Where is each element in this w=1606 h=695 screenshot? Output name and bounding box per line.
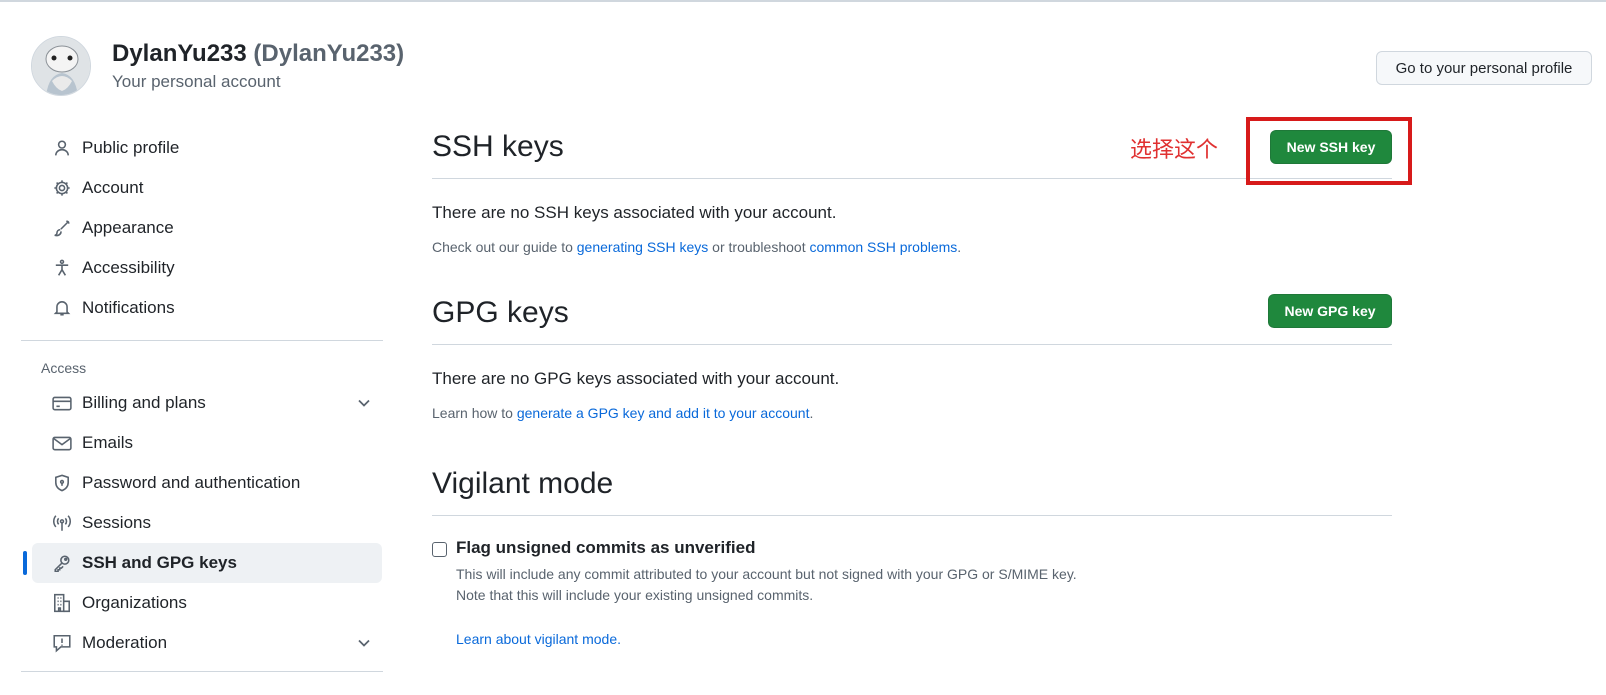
person-icon <box>52 138 72 158</box>
user-handle: (DylanYu233) <box>253 40 405 67</box>
new-gpg-key-button[interactable]: New GPG key <box>1268 294 1392 328</box>
ssh-empty-message: There are no SSH keys associated with yo… <box>432 203 837 222</box>
active-indicator <box>23 551 27 575</box>
chevron-down-icon[interactable] <box>354 633 374 653</box>
main-content: SSH keys New SSH key There are no SSH ke… <box>432 110 1392 658</box>
sidebar-item-emails[interactable]: Emails <box>32 423 382 463</box>
sidebar-item-moderation[interactable]: Moderation <box>32 623 382 663</box>
avatar[interactable] <box>31 36 91 96</box>
generate-gpg-key-link[interactable]: generate a GPG key and add it to your ac… <box>517 405 810 421</box>
sidebar-section-access: Access <box>41 360 87 376</box>
report-icon <box>52 633 72 653</box>
sidebar-divider <box>21 671 383 672</box>
ssh-help-mid: or troubleshoot <box>708 239 810 255</box>
sidebar-item-account[interactable]: Account <box>32 168 382 208</box>
sidebar-item-label: Notifications <box>82 298 175 317</box>
top-border <box>0 0 1606 2</box>
gear-icon <box>52 178 72 198</box>
generating-ssh-keys-link[interactable]: generating SSH keys <box>577 239 709 255</box>
account-name: DylanYu233 (DylanYu233) <box>112 40 404 68</box>
sidebar-item-public-profile[interactable]: Public profile <box>32 128 382 168</box>
annotation-text: 选择这个 <box>1130 138 1219 163</box>
sidebar-item-label: Public profile <box>82 138 180 157</box>
vigilant-option: Flag unsigned commits as unverified This… <box>432 538 1392 658</box>
vigilant-desc-1: This will include any commit attributed … <box>456 566 1077 582</box>
gpg-help-text: Learn how to generate a GPG key and add … <box>432 405 1392 421</box>
learn-vigilant-mode-link[interactable]: Learn about vigilant mode. <box>456 631 621 647</box>
ssh-help-prefix: Check out our guide to <box>432 239 577 255</box>
gpg-keys-header: GPG keys New GPG key <box>432 274 1392 345</box>
vigilant-mode-title: Vigilant mode <box>432 467 614 500</box>
flag-unsigned-label[interactable]: Flag unsigned commits as unverified <box>456 538 755 558</box>
sidebar-item-label: Appearance <box>82 218 174 237</box>
sidebar-divider <box>21 340 383 341</box>
broadcast-icon <box>52 513 72 533</box>
sidebar-item-sessions[interactable]: Sessions <box>32 503 382 543</box>
sidebar-item-label: Moderation <box>82 633 168 652</box>
gpg-keys-title: GPG keys <box>432 296 569 329</box>
ssh-keys-title: SSH keys <box>432 130 564 163</box>
organization-icon <box>52 593 72 613</box>
sidebar-item-label: Password and authentication <box>82 473 301 492</box>
sidebar-item-label: SSH and GPG keys <box>82 553 237 572</box>
annotation-highlight-box <box>1246 117 1412 185</box>
account-subtitle: Your personal account <box>112 72 281 91</box>
vigilant-mode-header: Vigilant mode <box>432 443 1392 516</box>
sidebar-item-label: Billing and plans <box>82 393 206 412</box>
accessibility-icon <box>52 258 72 278</box>
sidebar-item-ssh-gpg-keys[interactable]: SSH and GPG keys <box>23 543 382 583</box>
ssh-help-text: Check out our guide to generating SSH ke… <box>432 239 1392 255</box>
sidebar-item-label: Account <box>82 178 144 197</box>
sidebar-item-password-auth[interactable]: Password and authentication <box>32 463 382 503</box>
sidebar-item-organizations[interactable]: Organizations <box>32 583 382 623</box>
username: DylanYu233 <box>112 40 247 67</box>
key-icon <box>52 553 72 573</box>
settings-sidebar: Public profile Account Appearance Access… <box>21 128 383 684</box>
sidebar-item-label: Sessions <box>82 513 151 532</box>
sidebar-item-appearance[interactable]: Appearance <box>32 208 382 248</box>
go-to-profile-button[interactable]: Go to your personal profile <box>1376 51 1592 85</box>
common-ssh-problems-link[interactable]: common SSH problems <box>809 239 957 255</box>
gpg-empty-message: There are no GPG keys associated with yo… <box>432 369 840 388</box>
ssh-help-suffix: . <box>957 239 962 255</box>
shield-lock-icon <box>52 473 72 493</box>
paintbrush-icon <box>52 218 72 238</box>
gpg-help-prefix: Learn how to <box>432 405 517 421</box>
bell-icon <box>52 298 72 318</box>
flag-unsigned-checkbox[interactable] <box>432 542 447 557</box>
sidebar-item-accessibility[interactable]: Accessibility <box>32 248 382 288</box>
credit-card-icon <box>52 393 72 413</box>
sidebar-item-label: Emails <box>82 433 134 452</box>
sidebar-item-billing[interactable]: Billing and plans <box>32 383 382 423</box>
sidebar-item-label: Organizations <box>82 593 187 612</box>
chevron-down-icon[interactable] <box>354 393 374 413</box>
mail-icon <box>52 433 72 453</box>
sidebar-item-label: Accessibility <box>82 258 175 277</box>
gpg-help-suffix: . <box>809 405 814 421</box>
vigilant-desc-2: Note that this will include your existin… <box>456 587 814 603</box>
sidebar-item-notifications[interactable]: Notifications <box>32 288 382 328</box>
